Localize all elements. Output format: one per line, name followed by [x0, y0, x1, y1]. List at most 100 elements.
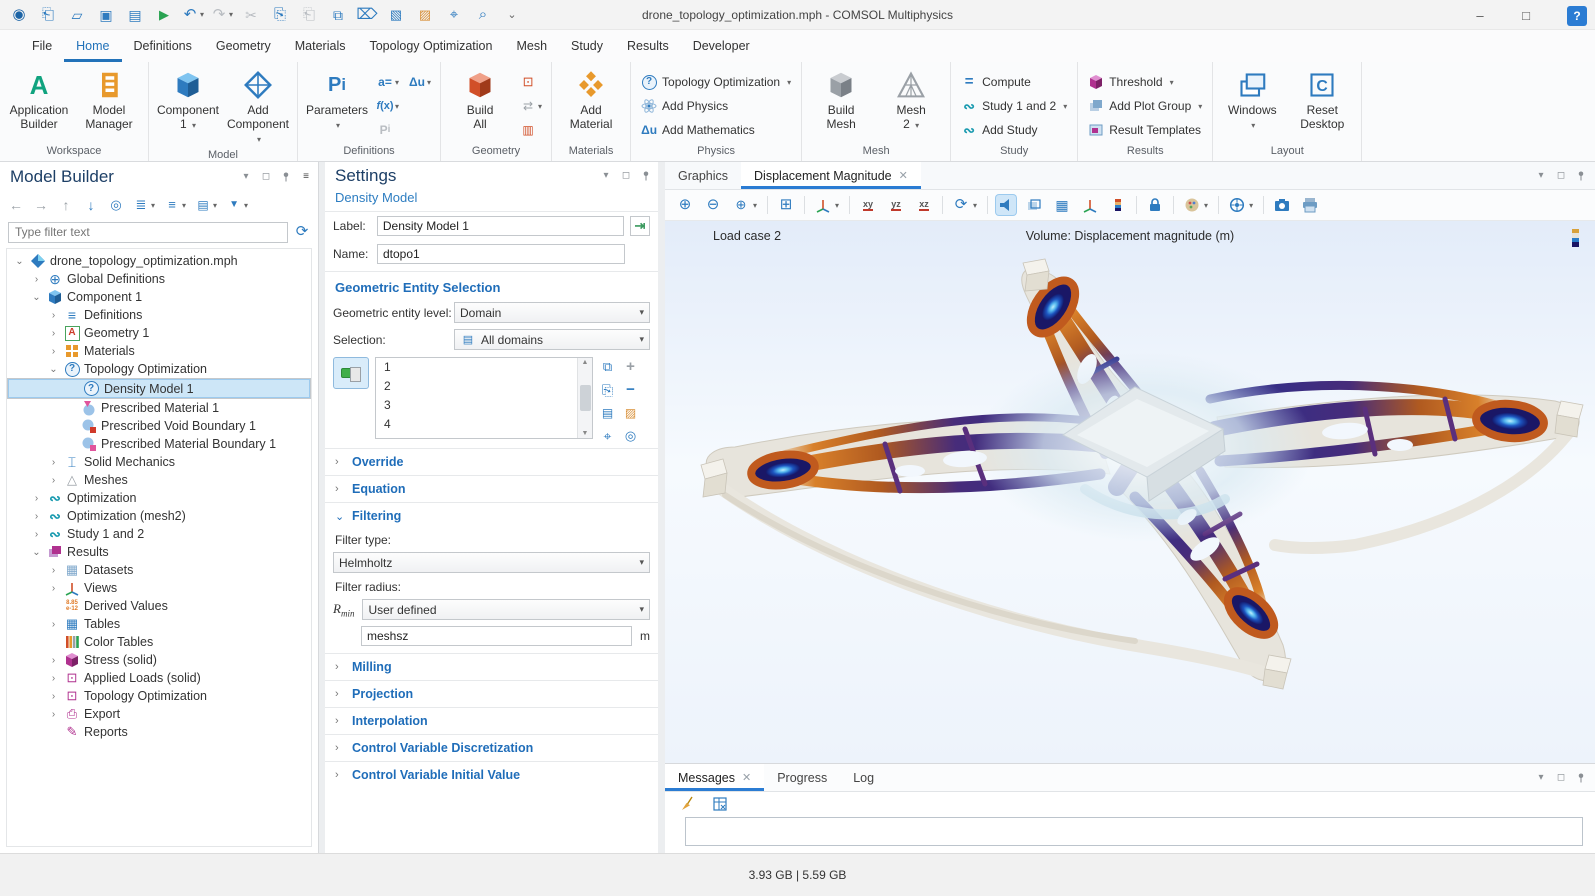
- cut-button[interactable]: ✂: [240, 4, 262, 26]
- tree-node-geometry-1[interactable]: ›AGeometry 1: [7, 324, 311, 342]
- pi-gray-button[interactable]: Pi: [374, 120, 402, 140]
- mesh-2-button[interactable]: Mesh2 ▾: [878, 66, 944, 138]
- compute-button[interactable]: =Compute: [957, 70, 1071, 94]
- tree-node-prescribed-material-1[interactable]: Prescribed Material 1: [7, 399, 311, 417]
- add-study-button[interactable]: ∾Add Study: [957, 118, 1071, 142]
- active-selection-toggle[interactable]: [333, 357, 369, 389]
- tree-node-component-1[interactable]: ⌄Component 1: [7, 288, 311, 306]
- messages-tab-log[interactable]: Log: [840, 764, 887, 791]
- panel-float-icon[interactable]: ◻: [1555, 772, 1567, 784]
- add-plot-group-button[interactable]: Add Plot Group▾: [1084, 94, 1206, 118]
- duplicate-button[interactable]: ⧉: [327, 4, 349, 26]
- geometric-entity-level-select[interactable]: Domain▾: [454, 302, 650, 323]
- section-filtering[interactable]: ⌄ Filtering: [325, 502, 658, 529]
- collapse-level-button[interactable]: ≡▾: [164, 194, 186, 216]
- section-interpolation[interactable]: ›Interpolation: [325, 707, 658, 734]
- tree-node-global-definitions[interactable]: ›⊕Global Definitions: [7, 270, 311, 288]
- tree-node-tables[interactable]: ›▦Tables: [7, 615, 311, 633]
- tree-node-applied-loads-solid-[interactable]: ›⊡Applied Loads (solid): [7, 669, 311, 687]
- panel-collapse-icon[interactable]: ▾: [600, 170, 612, 182]
- add-physics-button[interactable]: Add Physics: [637, 94, 795, 118]
- graphics-canvas[interactable]: Load case 2 Volume: Displacement magnitu…: [665, 221, 1595, 763]
- menu-materials[interactable]: Materials: [283, 30, 358, 62]
- reset-desktop-button[interactable]: CResetDesktop: [1289, 66, 1355, 138]
- chevron-right-icon[interactable]: ›: [47, 691, 60, 702]
- tree-node-prescribed-void-boundary-1[interactable]: Prescribed Void Boundary 1: [7, 417, 311, 435]
- create-selection-button[interactable]: ⧉: [599, 358, 616, 375]
- run-button[interactable]: ▶: [153, 4, 175, 26]
- tree-node-derived-values[interactable]: 8.85e-12Derived Values: [7, 597, 311, 615]
- domain-listbox[interactable]: 1234 ▲ ▼: [375, 357, 593, 439]
- environment-button[interactable]: ▾: [1182, 195, 1210, 215]
- zoom-out-button[interactable]: ⊖: [703, 195, 723, 215]
- panel-pin-icon[interactable]: [1575, 170, 1587, 182]
- add-mathematics-button[interactable]: ΔuAdd Mathematics: [637, 118, 795, 142]
- scroll-up-icon[interactable]: ▲: [582, 359, 589, 366]
- section-control-variable-initial-value[interactable]: ›Control Variable Initial Value: [325, 761, 658, 788]
- add-component-button[interactable]: AddComponent ▾: [225, 66, 291, 147]
- chevron-right-icon[interactable]: ›: [47, 619, 60, 630]
- filter-type-select[interactable]: Helmholtz▾: [333, 552, 650, 573]
- maximize-button[interactable]: □: [1503, 0, 1549, 30]
- scene-light-button[interactable]: [996, 195, 1016, 215]
- tree-node-stress-solid-[interactable]: ›Stress (solid): [7, 651, 311, 669]
- chevron-right-icon[interactable]: ›: [47, 310, 60, 321]
- menu-topology-optimization[interactable]: Topology Optimization: [357, 30, 504, 62]
- axes-orientation-button[interactable]: [1080, 195, 1100, 215]
- drone-model-render[interactable]: [665, 249, 1595, 754]
- menu-developer[interactable]: Developer: [681, 30, 762, 62]
- search-button[interactable]: ⌕: [472, 4, 494, 26]
- tree-node-prescribed-material-boundary-1[interactable]: Prescribed Material Boundary 1: [7, 435, 311, 453]
- open-in-table-button[interactable]: [709, 793, 731, 815]
- menu-definitions[interactable]: Definitions: [122, 30, 204, 62]
- chevron-right-icon[interactable]: ›: [47, 583, 60, 594]
- comsol-logo-button[interactable]: ◉: [8, 4, 30, 26]
- go-to-view-button[interactable]: ▾: [813, 195, 841, 215]
- undo-button[interactable]: ↶▾: [182, 4, 204, 26]
- new-file-button[interactable]: ⎗: [37, 4, 59, 26]
- panel-float-icon[interactable]: ◻: [620, 170, 632, 182]
- chevron-right-icon[interactable]: ›: [30, 493, 43, 504]
- tree-node-datasets[interactable]: ›▦Datasets: [7, 561, 311, 579]
- delete-button[interactable]: ⌦: [356, 4, 378, 26]
- model-manager-button[interactable]: ModelManager: [76, 66, 142, 138]
- scroll-thumb[interactable]: [580, 385, 591, 411]
- menu-file[interactable]: File: [20, 30, 64, 62]
- tree-node-definitions[interactable]: ›≡Definitions: [7, 306, 311, 324]
- result-templates-button[interactable]: Result Templates: [1084, 118, 1206, 142]
- chevron-right-icon[interactable]: ›: [47, 655, 60, 666]
- copy-button[interactable]: ⎘: [269, 4, 291, 26]
- section-control-variable-discretization[interactable]: ›Control Variable Discretization: [325, 734, 658, 761]
- section-override[interactable]: ›Override: [325, 448, 658, 475]
- domain-list-item[interactable]: 1: [384, 360, 577, 379]
- menu-home[interactable]: Home: [64, 30, 121, 62]
- help-button[interactable]: ?: [1567, 6, 1587, 26]
- tree-node-views[interactable]: ›Views: [7, 579, 311, 597]
- zoom-in-button[interactable]: ⊕: [675, 195, 695, 215]
- toggle-visibility-button[interactable]: ◎: [622, 427, 639, 444]
- grid-button[interactable]: ▦: [1052, 195, 1072, 215]
- filter-radius-input[interactable]: [361, 626, 632, 646]
- save-button[interactable]: ▣: [95, 4, 117, 26]
- import-geometry-button[interactable]: ⊡: [517, 72, 545, 92]
- menu-geometry[interactable]: Geometry: [204, 30, 283, 62]
- tree-node-results[interactable]: ⌄Results: [7, 543, 311, 561]
- tree-node-reports[interactable]: ✎Reports: [7, 723, 311, 741]
- expand-level-button[interactable]: ≣▾: [133, 194, 155, 216]
- windows--button[interactable]: Windows▾: [1219, 66, 1285, 138]
- chevron-right-icon[interactable]: ›: [47, 328, 60, 339]
- redo-button[interactable]: ↷▾: [211, 4, 233, 26]
- messages-tab-progress[interactable]: Progress: [764, 764, 840, 791]
- node-grouping-button[interactable]: ▤▾: [195, 194, 217, 216]
- tree-node-drone-topology-optimization-mph[interactable]: ⌄drone_topology_optimization.mph: [7, 252, 311, 270]
- tree-node-export[interactable]: ›⎙Export: [7, 705, 311, 723]
- tree-node-density-model-1[interactable]: ?Density Model 1: [7, 378, 311, 399]
- domain-list-item[interactable]: 4: [384, 417, 577, 436]
- tree-node-topology-optimization[interactable]: ⌄?Topology Optimization: [7, 360, 311, 378]
- parameters--button[interactable]: PiParameters▾: [304, 66, 370, 138]
- virtual-operations-button[interactable]: ▥: [517, 120, 545, 140]
- study-1-and-2-button[interactable]: ∾Study 1 and 2▾: [957, 94, 1071, 118]
- chevron-right-icon[interactable]: ›: [30, 529, 43, 540]
- panel-pin-icon[interactable]: [1575, 772, 1587, 784]
- menu-results[interactable]: Results: [615, 30, 681, 62]
